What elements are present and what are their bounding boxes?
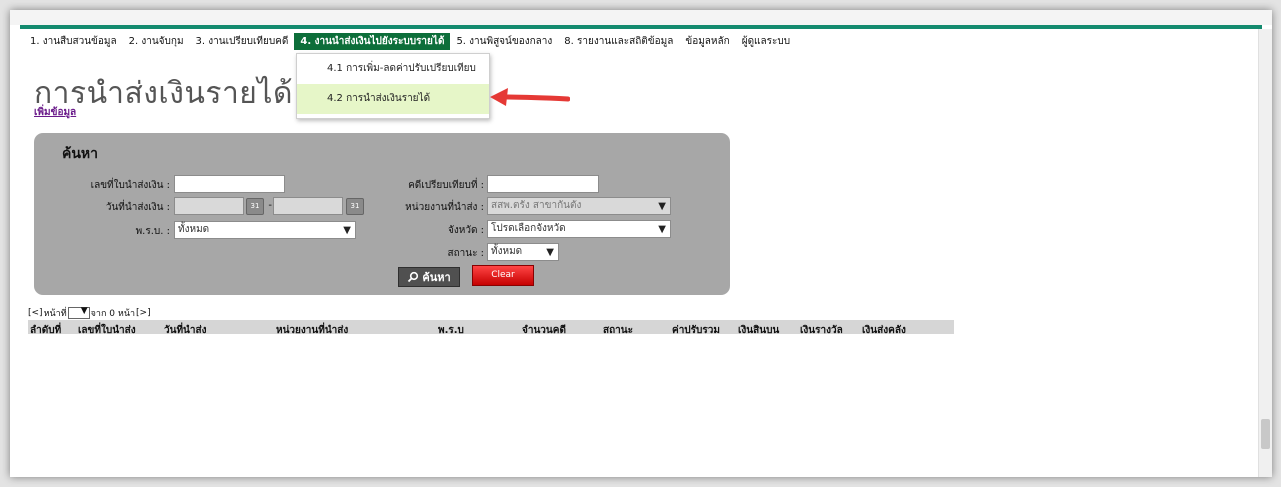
unit-label: หน่วยงานที่นำส่ง : (405, 202, 484, 213)
column-header: เงินสินบน (738, 325, 780, 334)
menu-item-evidence[interactable]: 5. งานพิสูจน์ของกลาง (450, 33, 558, 50)
search-panel-title: ค้นหา (62, 146, 99, 162)
column-header: เลขที่ใบนำส่ง (78, 325, 136, 334)
case-no-input[interactable] (487, 175, 599, 193)
act-select-value: ทั้งหมด (178, 224, 210, 235)
column-header: วันที่นำส่ง (164, 325, 207, 334)
chevron-down-icon: ▼ (343, 225, 351, 236)
province-label: จังหวัด : (448, 225, 484, 236)
scrollbar-thumb[interactable] (1261, 419, 1270, 449)
slip-no-label: เลขที่ใบนำส่งเงิน : (90, 180, 170, 191)
menu-item-reports[interactable]: 8. รายงานและสถิติข้อมูล (558, 33, 679, 50)
column-header: เงินส่งคลัง (862, 325, 906, 334)
column-header: ค่าปรับรวม (672, 325, 720, 334)
results-table-header: ลำดับที่ เลขที่ใบนำส่ง วันที่นำส่ง หน่วย… (28, 320, 954, 334)
calendar-icon-to[interactable]: 31 (346, 198, 364, 215)
act-label: พ.ร.บ. : (135, 226, 170, 237)
menu-item-revenue-submission[interactable]: 4. งานนำส่งเงินไปยังระบบรายได้ (294, 33, 451, 50)
date-from-input[interactable] (174, 197, 244, 215)
red-arrow-annotation (490, 88, 570, 106)
status-select[interactable]: ทั้งหมด ▼ (487, 243, 559, 261)
menu-item-arrest[interactable]: 2. งานจับกุม (123, 33, 190, 50)
content-area (10, 334, 1272, 464)
pager: [<] หน้าที่ ▼ จาก 0 หน้า [>] (28, 306, 151, 320)
status-select-value: ทั้งหมด (491, 246, 523, 257)
province-select[interactable]: โปรดเลือกจังหวัด ▼ (487, 220, 671, 238)
menu-item-admin[interactable]: ผู้ดูแลระบบ (736, 33, 796, 50)
chevron-down-icon: ▼ (80, 306, 88, 316)
submenu-item-revenue-submission[interactable]: 4.2 การนำส่งเงินรายได้ (297, 84, 489, 114)
page-select[interactable]: ▼ (67, 306, 90, 319)
column-header: จำนวนคดี (522, 325, 566, 334)
act-select[interactable]: ทั้งหมด ▼ (174, 221, 356, 239)
pager-total: จาก 0 หน้า (90, 309, 136, 319)
menu-item-master-data[interactable]: ข้อมูลหลัก (679, 33, 735, 50)
chevron-down-icon: ▼ (658, 224, 666, 235)
clear-button[interactable]: Clear (472, 265, 534, 286)
search-panel: ค้นหา เลขที่ใบนำส่งเงิน : วันที่นำส่งเงิ… (34, 133, 730, 295)
vertical-scrollbar[interactable] (1258, 29, 1272, 477)
column-header: พ.ร.บ (438, 325, 464, 334)
pager-prev[interactable]: [<] (28, 308, 43, 318)
pager-next[interactable]: [>] (136, 308, 151, 318)
date-to-input[interactable] (273, 197, 343, 215)
unit-select-value: สสพ.ตรัง สาขากันตัง (491, 200, 582, 211)
slip-no-input[interactable] (174, 175, 285, 193)
chevron-down-icon: ▼ (546, 247, 554, 258)
top-accent-bar (20, 25, 1262, 29)
column-header: ลำดับที่ (30, 325, 62, 334)
unit-select[interactable]: สสพ.ตรัง สาขากันตัง ▼ (487, 197, 671, 215)
status-label: สถานะ : (447, 248, 484, 259)
province-select-value: โปรดเลือกจังหวัด (491, 223, 566, 234)
case-no-label: คดีเปรียบเทียบที่ : (408, 180, 484, 191)
browser-frame: 1. งานสืบสวนข้อมูล 2. งานจับกุม 3. งานเป… (10, 10, 1272, 477)
search-button[interactable]: ค้นหา (398, 267, 460, 287)
submenu-revenue-submission: 4.1 การเพิ่ม-ลดค่าปรับเปรียบเทียบ 4.2 กา… (296, 53, 490, 119)
menu-item-case-comparison[interactable]: 3. งานเปรียบเทียบคดี (190, 33, 295, 50)
chevron-down-icon: ▼ (658, 201, 666, 212)
top-shade (10, 10, 1272, 25)
pager-page-label: หน้าที่ (43, 309, 67, 319)
date-label: วันที่นำส่งเงิน : (105, 202, 170, 213)
main-menu: 1. งานสืบสวนข้อมูล 2. งานจับกุม 3. งานเป… (24, 33, 796, 50)
date-separator: - (268, 200, 272, 211)
column-header: หน่วยงานที่นำส่ง (276, 325, 349, 334)
column-header: เงินรางวัล (800, 325, 843, 334)
add-data-link[interactable]: เพิ่มข้อมูล (34, 105, 76, 120)
search-button-label: ค้นหา (422, 271, 451, 284)
search-icon (408, 271, 419, 283)
calendar-icon-from[interactable]: 31 (246, 198, 264, 215)
menu-item-investigation[interactable]: 1. งานสืบสวนข้อมูล (24, 33, 123, 50)
submenu-item-fine-adjustment[interactable]: 4.1 การเพิ่ม-ลดค่าปรับเปรียบเทียบ (297, 54, 489, 84)
column-header: สถานะ (603, 325, 633, 334)
